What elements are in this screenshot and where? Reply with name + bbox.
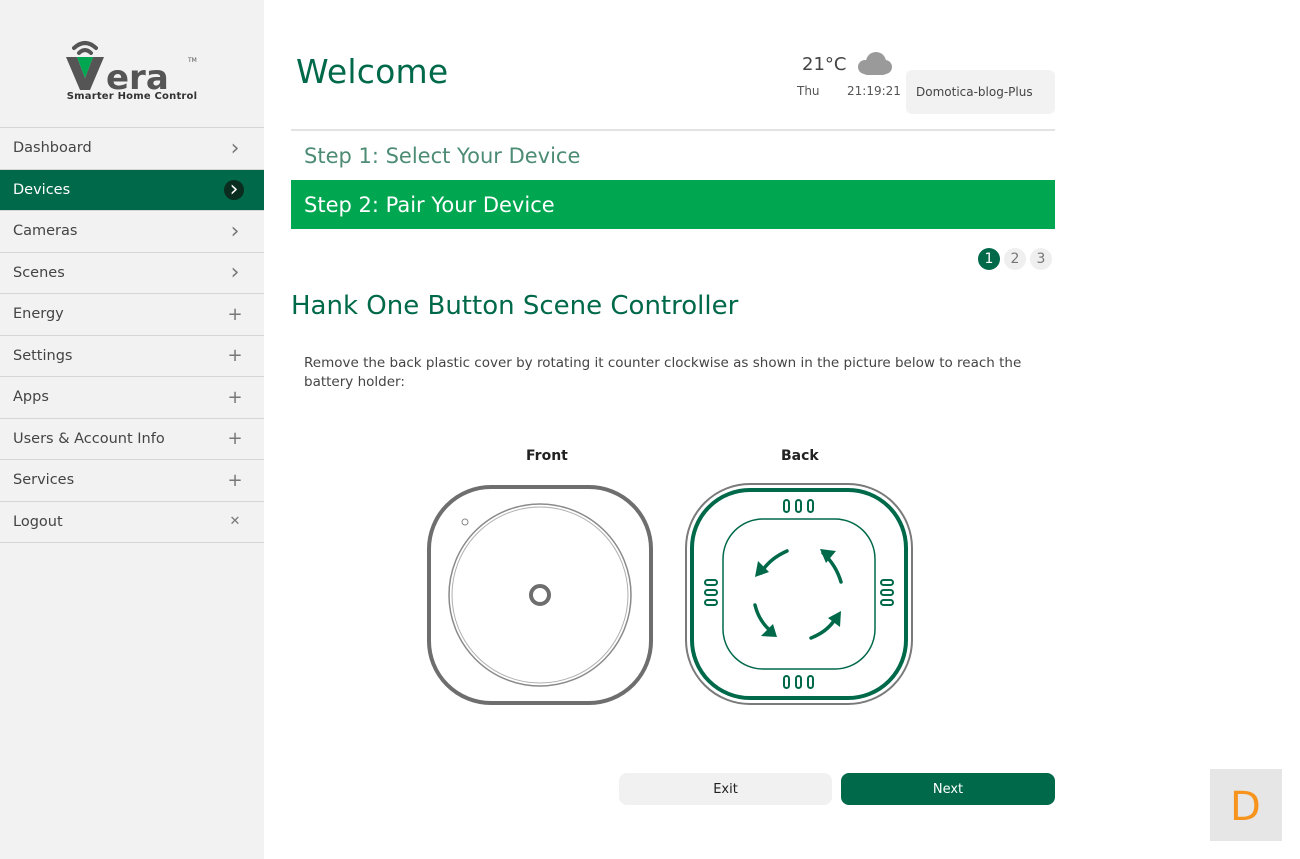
step-pair-device: Step 2: Pair Your Device: [291, 180, 1055, 229]
plus-icon: +: [227, 345, 243, 367]
chevron-right-icon: ›: [230, 260, 240, 286]
sidebar-item-apps[interactable]: Apps +: [0, 377, 264, 419]
front-label: Front: [526, 448, 568, 464]
watermark-logo: D: [1210, 769, 1282, 841]
sidebar-item-cameras[interactable]: Cameras ›: [0, 211, 264, 253]
sidebar-item-label: Dashboard: [13, 140, 92, 157]
sidebar-item-label: Cameras: [13, 223, 78, 240]
page-dot-3[interactable]: 3: [1030, 248, 1052, 270]
sidebar-item-label: Devices: [13, 181, 71, 198]
svg-text:TM: TM: [187, 57, 197, 64]
account-button[interactable]: Domotica-blog-Plus: [906, 70, 1055, 114]
exit-button[interactable]: Exit: [619, 773, 832, 805]
sidebar-item-services[interactable]: Services +: [0, 460, 264, 502]
plus-icon: +: [227, 469, 243, 491]
logo-tagline: Smarter Home Control: [66, 91, 198, 102]
sidebar-item-settings[interactable]: Settings +: [0, 336, 264, 377]
sidebar-item-label: Apps: [13, 389, 49, 406]
sidebar-item-users-account-info[interactable]: Users & Account Info +: [0, 419, 264, 460]
watermark-letter: D: [1230, 784, 1261, 828]
next-button[interactable]: Next: [841, 773, 1055, 805]
cloud-icon: [858, 52, 892, 75]
page-indicator: 123: [978, 248, 1052, 270]
sidebar: era TM Smarter Home Control Dashboard › De…: [0, 0, 264, 859]
plus-icon: +: [227, 428, 243, 450]
svg-text:D: D: [1230, 784, 1261, 828]
page-dot-1[interactable]: 1: [978, 248, 1000, 270]
sidebar-item-label: Users & Account Info: [13, 430, 165, 447]
sidebar-item-label: Scenes: [13, 264, 65, 281]
step-select-device[interactable]: Step 1: Select Your Device: [291, 131, 1055, 180]
sidebar-item-label: Services: [13, 472, 75, 489]
chevron-right-icon: ›: [230, 135, 240, 161]
sidebar-item-label: Energy: [13, 306, 64, 323]
sidebar-item-label: Logout: [13, 513, 63, 530]
plus-icon: +: [227, 386, 243, 408]
page-title: Welcome: [296, 52, 449, 91]
chevron-right-icon: ›: [230, 218, 240, 244]
close-icon: ✕: [229, 514, 241, 530]
svg-text:era: era: [106, 58, 169, 92]
vera-logo-icon: era TM: [66, 41, 197, 92]
sidebar-item-logout[interactable]: Logout ✕: [0, 502, 264, 543]
weekday: Thu: [797, 84, 820, 98]
sidebar-item-energy[interactable]: Energy +: [0, 294, 264, 336]
page-dot-2[interactable]: 2: [1004, 248, 1026, 270]
weather-widget: 21°C Thu 21:19:21: [790, 50, 901, 110]
device-front-image: [427, 485, 653, 705]
instructions-text: Remove the back plastic cover by rotatin…: [304, 355, 1022, 390]
vera-logo[interactable]: era TM Smarter Home Control: [0, 0, 264, 126]
sidebar-item-scenes[interactable]: Scenes ›: [0, 253, 264, 294]
device-title: Hank One Button Scene Controller: [291, 291, 739, 321]
chevron-right-icon: ›: [224, 177, 244, 202]
back-label: Back: [781, 448, 819, 464]
sidebar-item-dashboard[interactable]: Dashboard ›: [0, 128, 264, 170]
clock: 21:19:21: [847, 84, 901, 98]
device-back-image: [685, 483, 913, 705]
sidebar-item-label: Settings: [13, 347, 73, 364]
sidebar-nav: Dashboard › Devices › Cameras › Scenes › Energy +…: [0, 127, 264, 543]
plus-icon: +: [227, 303, 243, 325]
temperature: 21°C: [802, 54, 847, 75]
sidebar-item-devices[interactable]: Devices ›: [0, 169, 264, 211]
